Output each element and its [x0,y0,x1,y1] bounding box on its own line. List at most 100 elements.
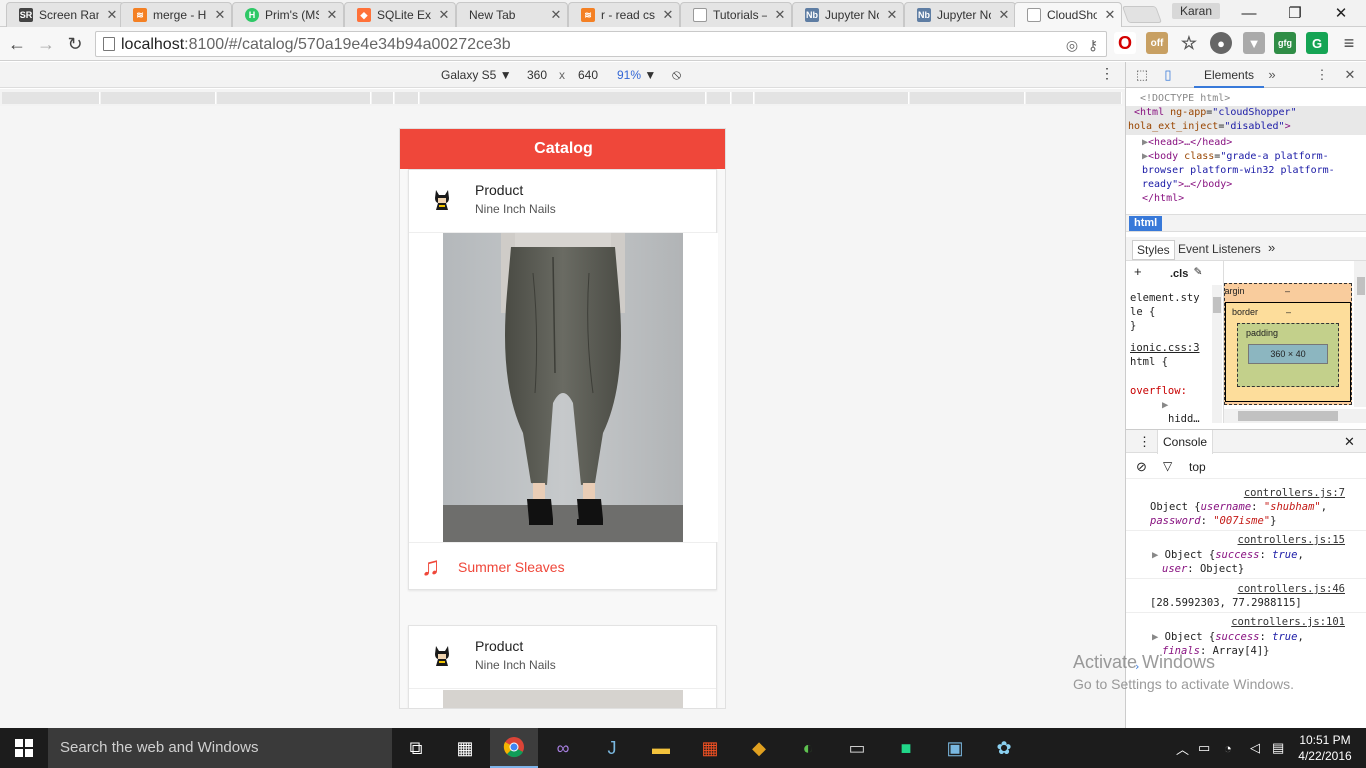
log-source-link[interactable]: controllers.js:15 [1238,533,1345,547]
browser-tab[interactable]: New Tab ✕ [456,2,568,27]
inspect-element-icon[interactable]: ⬚ [1134,67,1150,83]
pin-icon[interactable]: ✎ [1194,265,1202,279]
terminal-icon[interactable]: ▭ [833,728,881,768]
tab-close-icon[interactable]: ✕ [885,7,899,23]
url-text[interactable]: localhost:8100/#/catalog/570a19e4e34b94a… [121,36,511,54]
dom-node-body[interactable]: ▶<body class="grade-a platform- [1142,150,1329,164]
tab-event-listeners[interactable]: Event Listeners [1178,242,1261,256]
new-tab-button[interactable] [1121,6,1163,23]
taskbar-search-input[interactable]: Search the web and Windows [48,728,392,768]
clear-console-icon[interactable]: ⊘ [1136,459,1147,475]
network-icon[interactable]: ▭ [1198,728,1210,768]
box-model-scrollbar[interactable] [1224,409,1366,423]
tab-close-icon[interactable]: ✕ [105,7,119,23]
close-drawer-icon[interactable]: ✕ [1344,434,1355,450]
tab-close-icon[interactable]: ✕ [325,7,339,23]
cls-toggle[interactable]: .cls [1170,267,1188,281]
profile-name[interactable]: Karan [1172,3,1221,19]
file-explorer-icon[interactable]: ▬ [637,728,685,768]
tray-up-icon[interactable]: ︿ [1176,728,1189,768]
tab-close-icon[interactable]: ✕ [213,7,227,23]
log-source-link[interactable]: controllers.js:101 [1231,615,1345,629]
location-icon[interactable]: ◎ [1063,36,1081,54]
menu-icon[interactable]: ≡ [1338,32,1360,54]
drawer-menu-icon[interactable]: ⋮ [1138,434,1151,450]
product-card[interactable]: Product Nine Inch Nails [408,169,718,590]
chrome-icon[interactable] [490,728,538,768]
breadcrumb-html[interactable]: html [1129,216,1163,231]
catalog-content[interactable]: Product Nine Inch Nails ♫ Summer Sleaves… [400,169,725,708]
browser-tab[interactable]: ≋ r - read cs ✕ [568,2,680,27]
more-options-icon[interactable]: ⋮ [1100,65,1114,82]
add-rule-icon[interactable]: + [1134,265,1142,279]
dom-node-head[interactable]: ▶<head>…</head> [1142,136,1232,150]
close-devtools-icon[interactable]: ✕ [1342,67,1358,83]
tab-close-icon[interactable]: ✕ [661,7,675,23]
browser-tab[interactable]: H Prim's (MS ✕ [232,2,344,27]
more-tabs-icon[interactable]: » [1264,67,1280,83]
style-source-link[interactable]: ionic.css:3 [1130,341,1200,355]
card-footer[interactable]: ♫ Summer Sleaves [409,542,716,589]
apps-icon[interactable]: ▦ [686,728,734,768]
tab-styles[interactable]: Styles [1132,240,1175,260]
card-footer-label[interactable]: Summer Sleaves [458,559,565,575]
browser-tab[interactable]: SR Screen Ran ✕ [6,2,124,27]
reload-icon[interactable]: ↻ [62,31,88,57]
media-query-bar[interactable] [0,89,1125,106]
device-mode-icon[interactable]: ▯ [1160,67,1176,83]
star-icon[interactable]: ☆ [1178,32,1200,54]
visual-studio-icon[interactable]: ∞ [539,728,587,768]
filter-icon[interactable]: ▽ [1163,459,1172,473]
address-bar[interactable]: localhost:8100/#/catalog/570a19e4e34b94a… [95,31,1107,57]
log-message[interactable]: ▶ Object {success: true, [1152,548,1304,562]
gfg-extension-icon[interactable]: gfg [1274,32,1296,54]
tab-close-icon[interactable]: ✕ [1103,7,1117,23]
browser-tab[interactable]: Tutorials – ✕ [680,2,792,27]
product-card[interactable]: Product Nine Inch Nails [408,625,717,708]
style-value-text[interactable]: hidd… [1168,412,1200,423]
store-icon[interactable]: ▦ [441,728,489,768]
styles-scrollbar[interactable] [1212,285,1222,423]
tab-close-icon[interactable]: ✕ [437,7,451,23]
extension-icon[interactable]: off [1146,32,1168,54]
rotate-icon[interactable]: ⦸ [672,66,681,83]
tab-close-icon[interactable]: ✕ [997,7,1011,23]
browser-tab[interactable]: Nb Jupyter No ✕ [904,2,1016,27]
restore-icon[interactable]: ❐ [1272,0,1318,26]
back-icon[interactable]: ← [4,31,30,57]
more-tabs-icon[interactable]: » [1268,240,1275,255]
shield-extension-icon[interactable]: ▼ [1243,32,1265,54]
devtools-menu-icon[interactable]: ⋮ [1314,67,1330,83]
log-source-link[interactable]: controllers.js:46 [1238,582,1345,596]
grammarly-extension-icon[interactable]: G [1306,32,1328,54]
git-icon[interactable]: ◆ [735,728,783,768]
opera-extension-icon[interactable]: O [1114,32,1136,54]
task-view-icon[interactable]: ⧉ [392,728,440,768]
key-icon[interactable]: ⚷ [1084,36,1102,54]
windows-start-icon[interactable] [0,728,48,768]
browser-tab[interactable]: ◆ SQLite Exp ✕ [344,2,456,27]
taskbar-clock[interactable]: 10:51 PM 4/22/2016 [1296,732,1354,764]
minimize-icon[interactable]: — [1226,0,1272,26]
dom-tree[interactable]: <!DOCTYPE html> <html ng-app="cloudShopp… [1126,90,1366,215]
pycharm-icon[interactable]: ■ [882,728,930,768]
wifi-icon[interactable]: ◔ [1224,728,1232,768]
paint-icon[interactable]: ✿ [980,728,1028,768]
browser-tab[interactable]: ≋ merge - H ✕ [120,2,232,27]
device-select[interactable]: Galaxy S5 ▼ [441,68,512,82]
notifications-icon[interactable]: ▤ [1272,728,1284,768]
intellij-icon[interactable]: J [588,728,636,768]
forward-icon[interactable]: → [33,31,59,57]
log-message[interactable]: ▶ Object {success: true, [1152,630,1304,644]
tab-elements[interactable]: Elements [1194,62,1265,88]
tab-close-icon[interactable]: ✕ [773,7,787,23]
style-value[interactable]: ▶ [1162,398,1168,412]
zoom-select[interactable]: 91% ▼ [617,68,656,82]
tab-close-icon[interactable]: ✕ [549,7,563,23]
image-viewer-icon[interactable]: ▣ [931,728,979,768]
volume-icon[interactable]: ◁ [1250,728,1260,768]
browser-app-icon[interactable]: ◐ [784,728,832,768]
browser-tab[interactable]: Nb Jupyter No ✕ [792,2,904,27]
tab-console[interactable]: Console [1157,430,1214,454]
log-source-link[interactable]: controllers.js:7 [1244,486,1345,500]
